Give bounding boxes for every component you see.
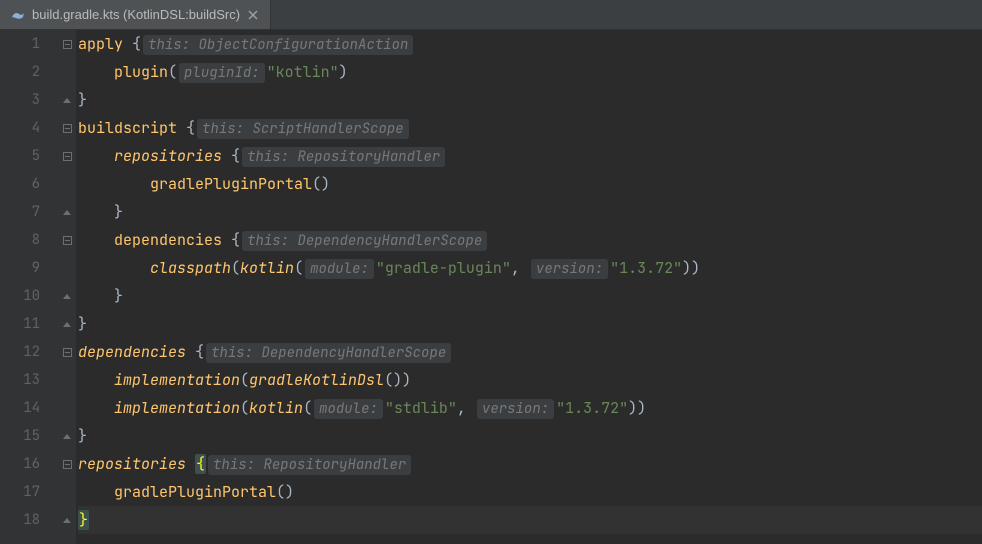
code-line[interactable]: classpath(kotlin(module:"gradle-plugin",… (78, 254, 982, 282)
code-line[interactable]: gradlePluginPortal() (78, 478, 982, 506)
code-line[interactable]: plugin(pluginId:"kotlin") (78, 58, 982, 86)
fold-marker[interactable] (58, 114, 76, 142)
editor[interactable]: 123456789101112131415161718 apply {this:… (0, 30, 982, 544)
fold-marker[interactable] (58, 450, 76, 478)
code-line[interactable]: apply {this: ObjectConfigurationAction (78, 30, 982, 58)
fold-marker[interactable] (58, 310, 76, 338)
line-number: 11 (0, 310, 40, 338)
inlay-hint: module: (314, 399, 383, 419)
fold-marker[interactable] (58, 226, 76, 254)
line-number: 18 (0, 506, 40, 534)
fold-marker[interactable] (58, 338, 76, 366)
inlay-hint: this: DependencyHandlerScope (206, 343, 451, 363)
line-number-gutter: 123456789101112131415161718 (0, 30, 58, 544)
fold-marker[interactable] (58, 142, 76, 170)
fold-marker[interactable] (58, 254, 76, 282)
inlay-hint: this: ObjectConfigurationAction (143, 35, 413, 55)
code-line[interactable]: gradlePluginPortal() (78, 170, 982, 198)
fold-marker[interactable] (58, 58, 76, 86)
inlay-hint: this: DependencyHandlerScope (242, 231, 487, 251)
line-number: 4 (0, 114, 40, 142)
inlay-hint: version: (531, 259, 608, 279)
fold-marker[interactable] (58, 506, 76, 534)
tab-build-gradle[interactable]: build.gradle.kts (KotlinDSL:buildSrc) (0, 0, 271, 29)
inlay-hint: this: ScriptHandlerScope (197, 119, 409, 139)
fold-marker[interactable] (58, 198, 76, 226)
code-line[interactable]: } (78, 506, 982, 534)
line-number: 5 (0, 142, 40, 170)
tab-bar: build.gradle.kts (KotlinDSL:buildSrc) (0, 0, 982, 30)
fold-marker[interactable] (58, 86, 76, 114)
close-icon[interactable] (246, 8, 260, 22)
fold-marker[interactable] (58, 394, 76, 422)
code-line[interactable]: repositories {this: RepositoryHandler (78, 142, 982, 170)
line-number: 8 (0, 226, 40, 254)
code-line[interactable]: } (78, 282, 982, 310)
line-number: 10 (0, 282, 40, 310)
code-line[interactable]: } (78, 310, 982, 338)
line-number: 14 (0, 394, 40, 422)
line-number: 17 (0, 478, 40, 506)
code-line[interactable]: buildscript {this: ScriptHandlerScope (78, 114, 982, 142)
code-area[interactable]: apply {this: ObjectConfigurationAction p… (76, 30, 982, 544)
inlay-hint: this: RepositoryHandler (208, 455, 411, 475)
code-line[interactable]: } (78, 422, 982, 450)
code-line[interactable]: } (78, 86, 982, 114)
line-number: 3 (0, 86, 40, 114)
fold-marker[interactable] (58, 422, 76, 450)
line-number: 16 (0, 450, 40, 478)
inlay-hint: pluginId: (179, 63, 265, 83)
inlay-hint: this: RepositoryHandler (242, 147, 445, 167)
gradle-file-icon (10, 7, 26, 23)
line-number: 13 (0, 366, 40, 394)
fold-marker[interactable] (58, 282, 76, 310)
line-number: 12 (0, 338, 40, 366)
code-line[interactable]: implementation(kotlin(module:"stdlib", v… (78, 394, 982, 422)
code-line[interactable]: implementation(gradleKotlinDsl()) (78, 366, 982, 394)
code-line[interactable]: dependencies {this: DependencyHandlerSco… (78, 338, 982, 366)
line-number: 1 (0, 30, 40, 58)
fold-marker[interactable] (58, 478, 76, 506)
tab-title: build.gradle.kts (KotlinDSL:buildSrc) (32, 7, 240, 22)
line-number: 7 (0, 198, 40, 226)
code-line[interactable]: dependencies {this: DependencyHandlerSco… (78, 226, 982, 254)
code-line[interactable]: } (78, 198, 982, 226)
line-number: 9 (0, 254, 40, 282)
fold-marker[interactable] (58, 170, 76, 198)
inlay-hint: version: (477, 399, 554, 419)
fold-gutter[interactable] (58, 30, 76, 544)
fold-marker[interactable] (58, 30, 76, 58)
code-line[interactable]: repositories {this: RepositoryHandler (78, 450, 982, 478)
inlay-hint: module: (305, 259, 374, 279)
line-number: 15 (0, 422, 40, 450)
line-number: 2 (0, 58, 40, 86)
fold-marker[interactable] (58, 366, 76, 394)
line-number: 6 (0, 170, 40, 198)
